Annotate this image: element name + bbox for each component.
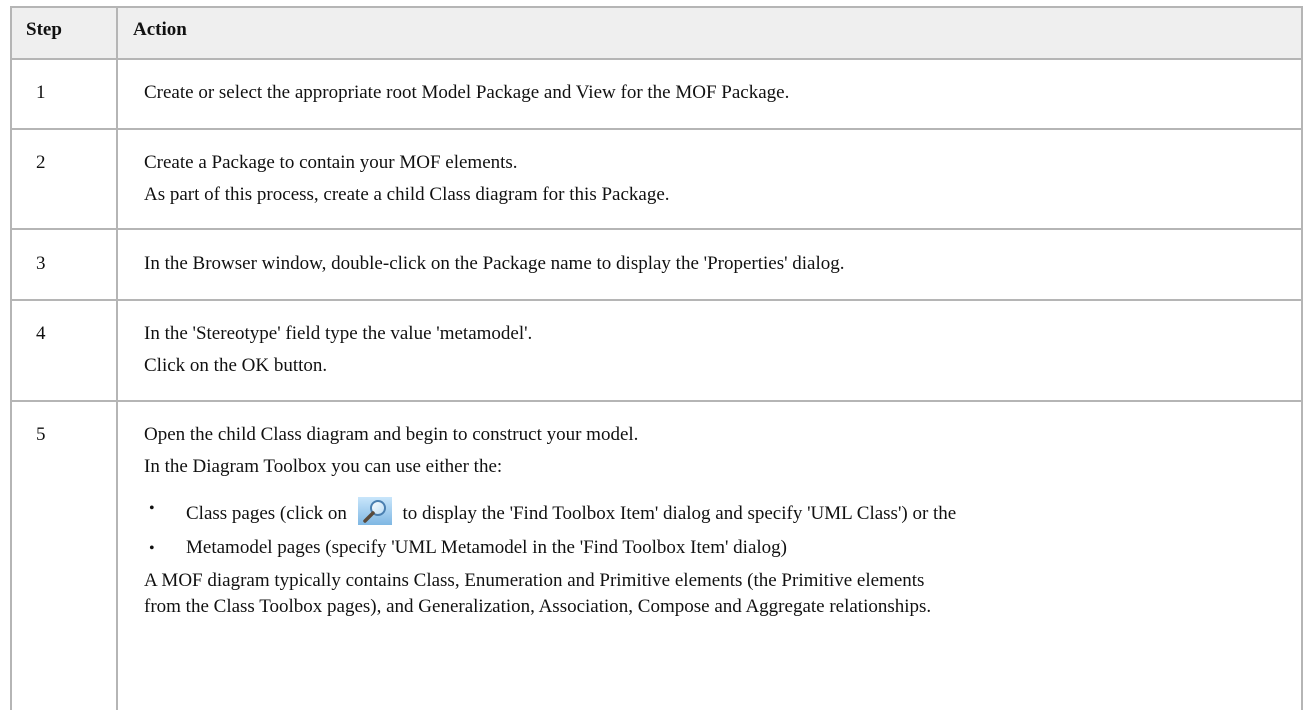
step-number: 5 bbox=[36, 424, 46, 445]
find-toolbox-icon[interactable] bbox=[357, 497, 392, 525]
table-row: 1 Create or select the appropriate root … bbox=[12, 60, 1301, 130]
action-text: In the Diagram Toolbox you can use eithe… bbox=[144, 456, 503, 477]
bullet-item: Metamodel pages (specify 'UML Metamodel … bbox=[186, 537, 787, 558]
table-row: 2 Create a Package to contain your MOF e… bbox=[12, 130, 1301, 230]
step-number: 4 bbox=[36, 323, 46, 344]
action-text: In the Browser window, double-click on t… bbox=[144, 253, 845, 274]
table-row: 4 In the 'Stereotype' field type the val… bbox=[12, 301, 1301, 402]
action-text: As part of this process, create a child … bbox=[144, 184, 670, 205]
action-text: In the 'Stereotype' field type the value… bbox=[144, 323, 533, 344]
procedure-table: Step Action 1 Create or select the appro… bbox=[10, 6, 1303, 710]
step-number: 1 bbox=[36, 82, 46, 103]
action-text: Open the child Class diagram and begin t… bbox=[144, 424, 639, 445]
table-row: 5 Open the child Class diagram and begin… bbox=[12, 402, 1301, 710]
step-number: 2 bbox=[36, 152, 46, 173]
table-header: Step Action bbox=[12, 6, 1301, 60]
action-text: Create a Package to contain your MOF ele… bbox=[144, 152, 518, 173]
action-text: from the Class Toolbox pages), and Gener… bbox=[144, 596, 932, 617]
bullet-text-after: to display the 'Find Toolbox Item' dialo… bbox=[402, 503, 957, 524]
step-number: 3 bbox=[36, 253, 46, 274]
action-text: A MOF diagram typically contains Class, … bbox=[144, 570, 925, 591]
bullet-text-before: Class pages (click on bbox=[186, 503, 347, 524]
bullet-item: Class pages (click on to display the 'Fi… bbox=[186, 497, 956, 525]
action-text: Create or select the appropriate root Mo… bbox=[144, 82, 790, 103]
header-step: Step bbox=[26, 19, 62, 40]
header-action: Action bbox=[133, 19, 187, 40]
action-text: Click on the OK button. bbox=[144, 355, 328, 376]
bullet-marker: • bbox=[149, 500, 155, 517]
table-row: 3 In the Browser window, double-click on… bbox=[12, 230, 1301, 301]
bullet-marker: • bbox=[149, 540, 155, 557]
